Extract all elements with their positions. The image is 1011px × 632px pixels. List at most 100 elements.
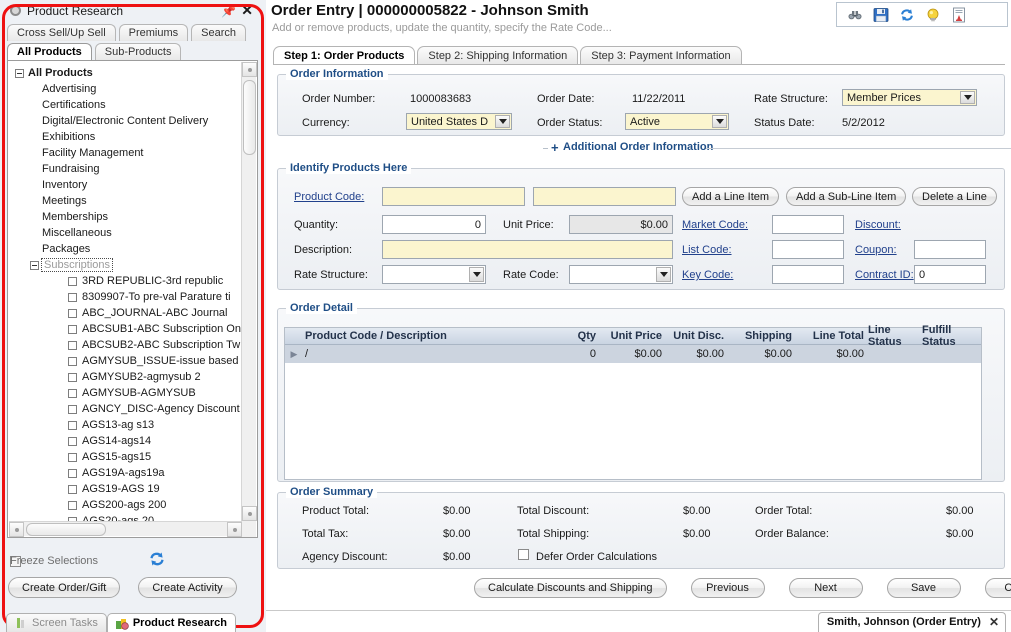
save-button[interactable]: Save — [887, 578, 961, 598]
tree-product-item[interactable]: ABCSUB1-ABC Subscription On — [8, 321, 242, 337]
pin-icon[interactable]: 📌 — [221, 4, 236, 18]
tree-node-category[interactable]: Advertising — [8, 81, 242, 97]
product-checkbox[interactable] — [68, 373, 77, 382]
refresh-icon[interactable] — [899, 7, 915, 23]
list-code-link[interactable]: List Code: — [682, 244, 732, 256]
tree-product-item[interactable]: AGMYSUB_ISSUE-issue based — [8, 353, 242, 369]
tree-product-item[interactable]: AGNCY_DISC-Agency Discount — [8, 401, 242, 417]
tab-premiums[interactable]: Premiums — [119, 24, 189, 41]
scroll-up-button[interactable] — [242, 62, 257, 77]
quantity-input[interactable]: 0 — [382, 215, 486, 234]
tree-node-category[interactable]: Certifications — [8, 97, 242, 113]
tree-node-all-products[interactable]: All Products — [8, 65, 242, 81]
list-code-input[interactable] — [772, 240, 844, 259]
col-product-code-description[interactable]: Product Code / Description — [303, 330, 548, 342]
expand-icon[interactable]: + — [551, 140, 559, 155]
chevron-down-icon[interactable] — [656, 267, 671, 282]
key-code-link[interactable]: Key Code: — [682, 269, 733, 281]
save-icon[interactable] — [873, 7, 889, 23]
coupon-input[interactable] — [914, 240, 986, 259]
tab-sub-products[interactable]: Sub-Products — [95, 43, 182, 60]
statusbar-record-tab[interactable]: Smith, Johnson (Order Entry) ✕ — [818, 612, 1006, 632]
tab-cross-sell-up-sell[interactable]: Cross Sell/Up Sell — [7, 24, 116, 41]
tab-search[interactable]: Search — [191, 24, 246, 41]
product-checkbox[interactable] — [68, 357, 77, 366]
product-code-input[interactable] — [382, 187, 525, 206]
product-checkbox[interactable] — [68, 453, 77, 462]
chevron-down-icon[interactable] — [495, 115, 510, 128]
product-checkbox[interactable] — [68, 309, 77, 318]
tree-product-item[interactable]: ABC_JOURNAL-ABC Journal — [8, 305, 242, 321]
close-icon[interactable]: ✕ — [989, 615, 999, 629]
tree-product-item[interactable]: 3RD REPUBLIC-3rd republic — [8, 273, 242, 289]
chevron-down-icon[interactable] — [960, 91, 975, 104]
tab-step-1-order-products[interactable]: Step 1: Order Products — [273, 46, 415, 65]
col-shipping[interactable]: Shipping — [724, 330, 792, 342]
cancel-button[interactable]: Cancel — [985, 578, 1011, 598]
close-icon[interactable]: ✕ — [241, 2, 253, 19]
product-checkbox[interactable] — [68, 293, 77, 302]
market-code-input[interactable] — [772, 215, 844, 234]
tree-node-category[interactable]: Memberships — [8, 209, 242, 225]
chevron-down-icon[interactable] — [469, 267, 484, 282]
add-a-line-item-button[interactable]: Add a Line Item — [682, 187, 779, 206]
tree-product-item[interactable]: 8309907-To pre-val Parature ti — [8, 289, 242, 305]
rate-code-select[interactable] — [569, 265, 673, 284]
col-line-total[interactable]: Line Total — [792, 330, 864, 342]
tree-node-category[interactable]: Digital/Electronic Content Delivery — [8, 113, 242, 129]
tree-product-item[interactable]: AGS200-ags 200 — [8, 497, 242, 513]
tree-product-item[interactable]: ABCSUB2-ABC Subscription Tw — [8, 337, 242, 353]
previous-button[interactable]: Previous — [691, 578, 765, 598]
col-line-status[interactable]: Line Status — [864, 324, 922, 348]
product-checkbox[interactable] — [68, 421, 77, 430]
tree-vertical-scrollbar[interactable] — [241, 62, 256, 538]
product-checkbox[interactable] — [68, 469, 77, 478]
tab-step-2-shipping-information[interactable]: Step 2: Shipping Information — [417, 46, 578, 65]
rate-structure-select-2[interactable] — [382, 265, 486, 284]
discount-link[interactable]: Discount: — [855, 219, 901, 231]
tab-all-products[interactable]: All Products — [7, 43, 92, 60]
delete-a-line-button[interactable]: Delete a Line — [912, 187, 997, 206]
market-code-link[interactable]: Market Code: — [682, 219, 748, 231]
tree-node-category[interactable]: Exhibitions — [8, 129, 242, 145]
order-status-select[interactable]: Active — [625, 113, 729, 130]
add-a-sub-line-item-button[interactable]: Add a Sub-Line Item — [786, 187, 906, 206]
create-activity-button[interactable]: Create Activity — [138, 577, 236, 598]
chevron-down-icon[interactable] — [712, 115, 727, 128]
row-expand-icon[interactable]: ▶ — [285, 349, 303, 360]
product-checkbox[interactable] — [68, 501, 77, 510]
collapse-icon[interactable] — [30, 261, 39, 270]
tree-node-subscriptions[interactable]: Subscriptions — [8, 257, 242, 273]
tree-node-category[interactable]: Meetings — [8, 193, 242, 209]
tree-product-item[interactable]: AGS15-ags15 — [8, 449, 242, 465]
refresh-icon[interactable] — [148, 550, 166, 568]
task-tab-screen-tasks[interactable]: Screen Tasks — [6, 613, 107, 632]
product-checkbox[interactable] — [68, 437, 77, 446]
tab-step-3-payment-information[interactable]: Step 3: Payment Information — [580, 46, 741, 65]
next-button[interactable]: Next — [789, 578, 863, 598]
scroll-thumb-vertical[interactable] — [243, 80, 256, 155]
tree-product-item[interactable]: AGS14-ags14 — [8, 433, 242, 449]
description-input[interactable] — [382, 240, 673, 259]
tree-node-category[interactable]: Packages — [8, 241, 242, 257]
scroll-down-button[interactable] — [242, 506, 257, 521]
col-unit-price[interactable]: Unit Price — [596, 330, 662, 342]
create-order-gift-button[interactable]: Create Order/Gift — [8, 577, 120, 598]
contract-id-link[interactable]: Contract ID: — [855, 269, 914, 281]
lightbulb-icon[interactable] — [925, 7, 941, 23]
binoculars-icon[interactable] — [847, 7, 863, 23]
tree-product-item[interactable]: AGS20-ags 20 — [8, 513, 242, 521]
tree-horizontal-scrollbar[interactable] — [9, 521, 242, 536]
scroll-left-button[interactable] — [9, 522, 24, 537]
product-checkbox[interactable] — [68, 405, 77, 414]
product-checkbox[interactable] — [68, 325, 77, 334]
col-fulfill-status[interactable]: Fulfill Status — [922, 324, 984, 348]
collapse-icon[interactable] — [15, 69, 24, 78]
calculate-discounts-and-shipping-button[interactable]: Calculate Discounts and Shipping — [474, 578, 667, 598]
tree-node-category[interactable]: Inventory — [8, 177, 242, 193]
defer-order-calculations-checkbox[interactable] — [518, 549, 529, 560]
product-checkbox[interactable] — [68, 485, 77, 494]
product-checkbox[interactable] — [68, 341, 77, 350]
tree-node-category[interactable]: Fundraising — [8, 161, 242, 177]
scroll-right-button[interactable] — [227, 522, 242, 537]
